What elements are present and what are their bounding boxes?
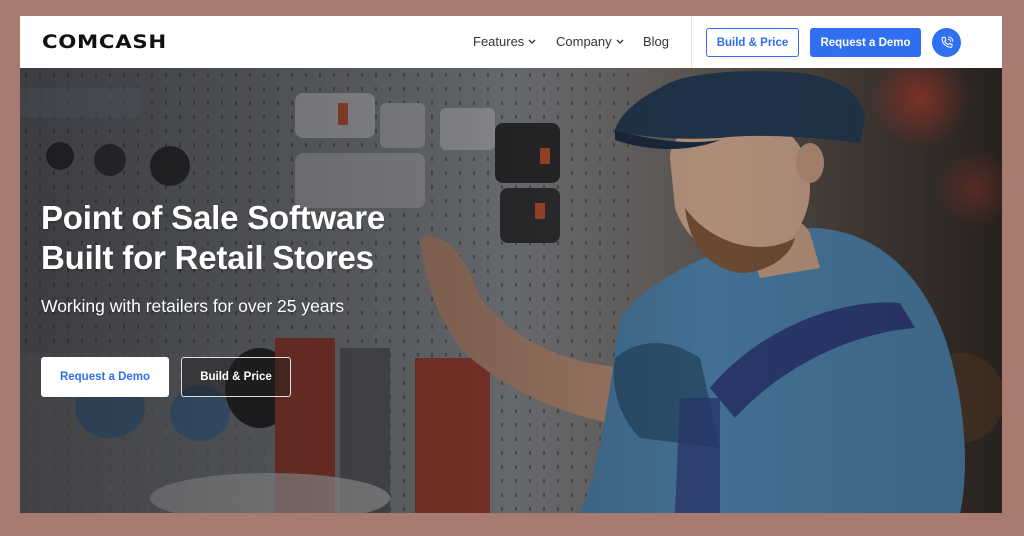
build-price-button[interactable]: Build & Price	[706, 28, 799, 57]
nav-features[interactable]: Features	[473, 34, 537, 49]
page: COMCASH Features Company Blog Build & Pr…	[20, 16, 1002, 513]
nav-company-label: Company	[556, 34, 612, 49]
phone-ringing-icon	[940, 36, 953, 48]
hero-overlay	[20, 68, 1002, 513]
hero-section: Point of Sale Software Built for Retail …	[20, 68, 1002, 513]
nav-features-label: Features	[473, 34, 525, 49]
request-demo-button[interactable]: Request a Demo	[810, 28, 921, 57]
site-header: COMCASH Features Company Blog Build & Pr…	[20, 16, 1002, 68]
hero-title-line-1: Point of Sale Software	[41, 199, 385, 236]
hero-subtitle: Working with retailers for over 25 years	[41, 296, 345, 316]
nav-blog-label: Blog	[643, 34, 670, 49]
hero-title: Point of Sale Software Built for Retail …	[41, 198, 385, 278]
header-divider	[691, 16, 692, 68]
hero-request-demo-button[interactable]: Request a Demo	[41, 357, 169, 397]
hero-build-price-button[interactable]: Build & Price	[181, 357, 291, 397]
nav-blog[interactable]: Blog	[643, 34, 669, 49]
chevron-down-icon	[616, 39, 624, 44]
nav-company[interactable]: Company	[556, 34, 625, 49]
phone-button[interactable]	[932, 28, 961, 57]
logo[interactable]: COMCASH	[42, 31, 167, 53]
chevron-down-icon	[528, 39, 536, 44]
hero-title-line-2: Built for Retail Stores	[41, 239, 374, 276]
